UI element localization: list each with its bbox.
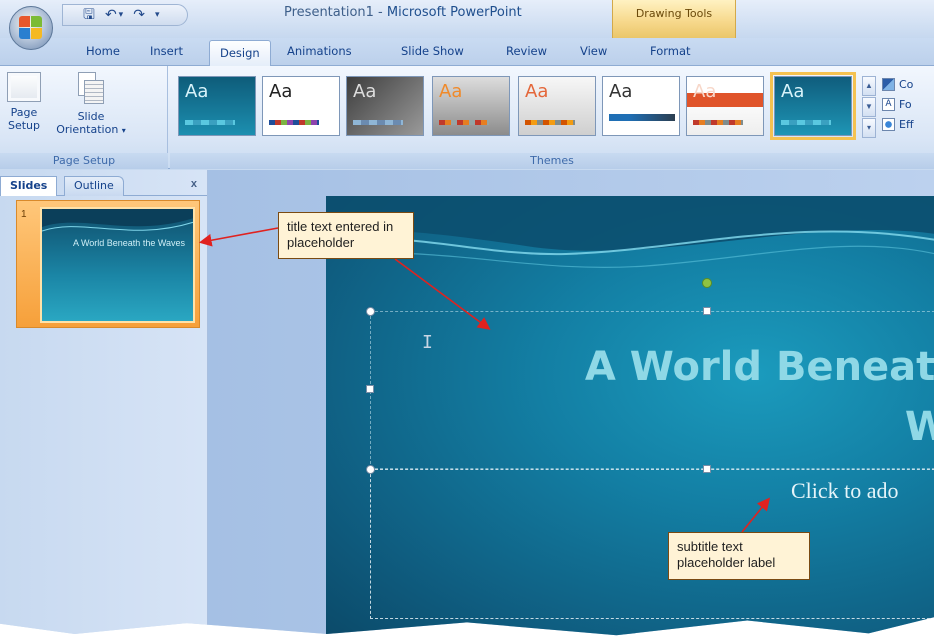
customize-qat-icon[interactable]: ▾ [155, 10, 160, 20]
slide-orientation-button[interactable]: Slide Orientation ▾ [46, 70, 136, 137]
effects-icon [882, 117, 895, 131]
drawing-tools-context-group: Drawing Tools [612, 0, 736, 38]
tab-view[interactable]: View [580, 44, 607, 58]
theme-options: Co A Fo Eff [882, 74, 914, 134]
slide-thumbnail-row[interactable]: 1 A World Beneath the Waves [16, 200, 200, 328]
undo-dropdown-icon[interactable]: ▾ [119, 10, 124, 20]
tab-slides[interactable]: Slides [0, 176, 58, 196]
page-setup-label-line2: Setup [7, 119, 41, 132]
theme-thumbnail[interactable]: Aa [602, 76, 680, 136]
orientation-dropdown-icon: ▾ [121, 126, 126, 135]
powerpoint-window: 🖫 ↶ ▾ ↷ ▾ Presentation1 - Microsoft Powe… [0, 0, 934, 636]
themes-group: Aa Aa Aa Aa Aa Aa Aa Aa ▲ ▼ ▾ Co A Fo Ef… [170, 66, 934, 169]
themes-gallery-scroll: ▲ ▼ ▾ [862, 76, 876, 138]
colors-icon [882, 77, 895, 91]
theme-sample-text: Aa [693, 81, 717, 102]
tab-insert[interactable]: Insert [150, 44, 183, 58]
themes-group-label: Themes [170, 153, 934, 169]
slide-title-line1: A World Beneatl [584, 344, 934, 390]
slide-orientation-icon [76, 72, 106, 106]
tab-outline[interactable]: Outline [64, 176, 124, 196]
undo-icon[interactable]: ↶ [105, 8, 117, 22]
rotate-handle[interactable] [702, 278, 712, 288]
theme-sample-text: Aa [353, 81, 377, 102]
theme-colors-label: Co [899, 77, 914, 91]
thumbnail-title: A World Beneath the Waves [72, 238, 185, 248]
title-bar: 🖫 ↶ ▾ ↷ ▾ Presentation1 - Microsoft Powe… [0, 0, 934, 38]
slide-canvas[interactable]: A World Beneatl W Click to ado I [326, 196, 934, 636]
theme-colors-button[interactable]: Co [882, 74, 914, 94]
slides-pane: Slides Outline x 1 A World Beneath the W… [0, 170, 208, 636]
title-callout: title text entered in placeholder [278, 212, 414, 259]
theme-thumbnail[interactable]: Aa [432, 76, 510, 136]
resize-handle[interactable] [366, 385, 374, 393]
slide-title[interactable]: A World Beneatl W [371, 337, 934, 457]
page-setup-icon [7, 72, 41, 102]
title-separator: - [373, 5, 387, 20]
theme-thumbnail[interactable]: Aa [686, 76, 764, 136]
theme-thumbnail-selected[interactable]: Aa [770, 72, 856, 140]
theme-thumbnail[interactable]: Aa [178, 76, 256, 136]
office-logo-icon [19, 16, 43, 40]
slide-title-line2: W [904, 404, 934, 450]
theme-sample-text: Aa [439, 81, 463, 102]
theme-sample-text: Aa [609, 81, 633, 102]
tab-review[interactable]: Review [506, 44, 547, 58]
office-button[interactable] [9, 6, 53, 50]
title-placeholder[interactable]: A World Beneatl W [370, 311, 934, 469]
page-setup-group-label: Page Setup [0, 153, 168, 169]
gallery-scroll-up-icon[interactable]: ▲ [862, 76, 876, 96]
close-pane-icon[interactable]: x [191, 178, 197, 190]
document-name: Presentation1 [284, 5, 374, 20]
resize-handle[interactable] [703, 307, 711, 315]
subtitle-placeholder-label: Click to ado [791, 478, 899, 503]
tab-format[interactable]: Format [650, 44, 691, 58]
theme-effects-button[interactable]: Eff [882, 114, 914, 134]
slide-wave-decoration [326, 196, 934, 268]
ribbon-tabs: Home Insert Design Animations Slide Show… [0, 38, 934, 67]
slide-number: 1 [21, 209, 27, 220]
page-setup-button[interactable]: Page Setup [4, 70, 44, 132]
tab-animations[interactable]: Animations [287, 44, 352, 58]
subtitle-placeholder[interactable]: Click to ado [370, 469, 934, 619]
theme-thumbnail[interactable]: Aa [346, 76, 424, 136]
tab-slide-show[interactable]: Slide Show [401, 44, 464, 58]
slide-orientation-label-line1: Slide [77, 110, 105, 123]
resize-handle[interactable] [366, 307, 375, 316]
tab-design[interactable]: Design [209, 40, 271, 67]
slide-orientation-label-line2: Orientation [56, 123, 119, 136]
theme-thumbnail[interactable]: Aa [262, 76, 340, 136]
theme-effects-label: Eff [899, 117, 914, 131]
quick-access-toolbar: 🖫 ↶ ▾ ↷ ▾ [62, 4, 188, 26]
resize-handle[interactable] [366, 465, 375, 474]
gallery-more-icon[interactable]: ▾ [862, 118, 876, 138]
theme-sample-text: Aa [185, 81, 209, 102]
window-title: Presentation1 - Microsoft PowerPoint [284, 5, 522, 20]
page-setup-label-line1: Page [10, 106, 38, 119]
gallery-scroll-down-icon[interactable]: ▼ [862, 97, 876, 117]
ribbon: Page Setup Slide Orientation ▾ Page Setu… [0, 66, 934, 169]
subtitle-callout: subtitle text placeholder label [668, 532, 810, 580]
redo-icon[interactable]: ↷ [133, 8, 145, 22]
page-setup-group: Page Setup Slide Orientation ▾ Page Setu… [0, 66, 168, 169]
theme-sample-text: Aa [525, 81, 549, 102]
ibeam-cursor-icon: I [422, 332, 433, 353]
save-icon[interactable]: 🖫 [83, 8, 95, 22]
theme-sample-text: Aa [781, 81, 805, 102]
theme-fonts-button[interactable]: A Fo [882, 94, 914, 114]
resize-handle[interactable] [703, 465, 711, 473]
theme-sample-text: Aa [269, 81, 293, 102]
theme-thumbnail[interactable]: Aa [518, 76, 596, 136]
slides-pane-tabs: Slides Outline x [0, 174, 207, 196]
application-name: Microsoft PowerPoint [386, 5, 522, 20]
fonts-icon: A [882, 97, 895, 111]
tab-home[interactable]: Home [86, 44, 120, 58]
theme-fonts-label: Fo [899, 97, 912, 111]
context-group-label: Drawing Tools [635, 7, 713, 20]
slide-thumbnail[interactable]: A World Beneath the Waves [40, 207, 195, 323]
